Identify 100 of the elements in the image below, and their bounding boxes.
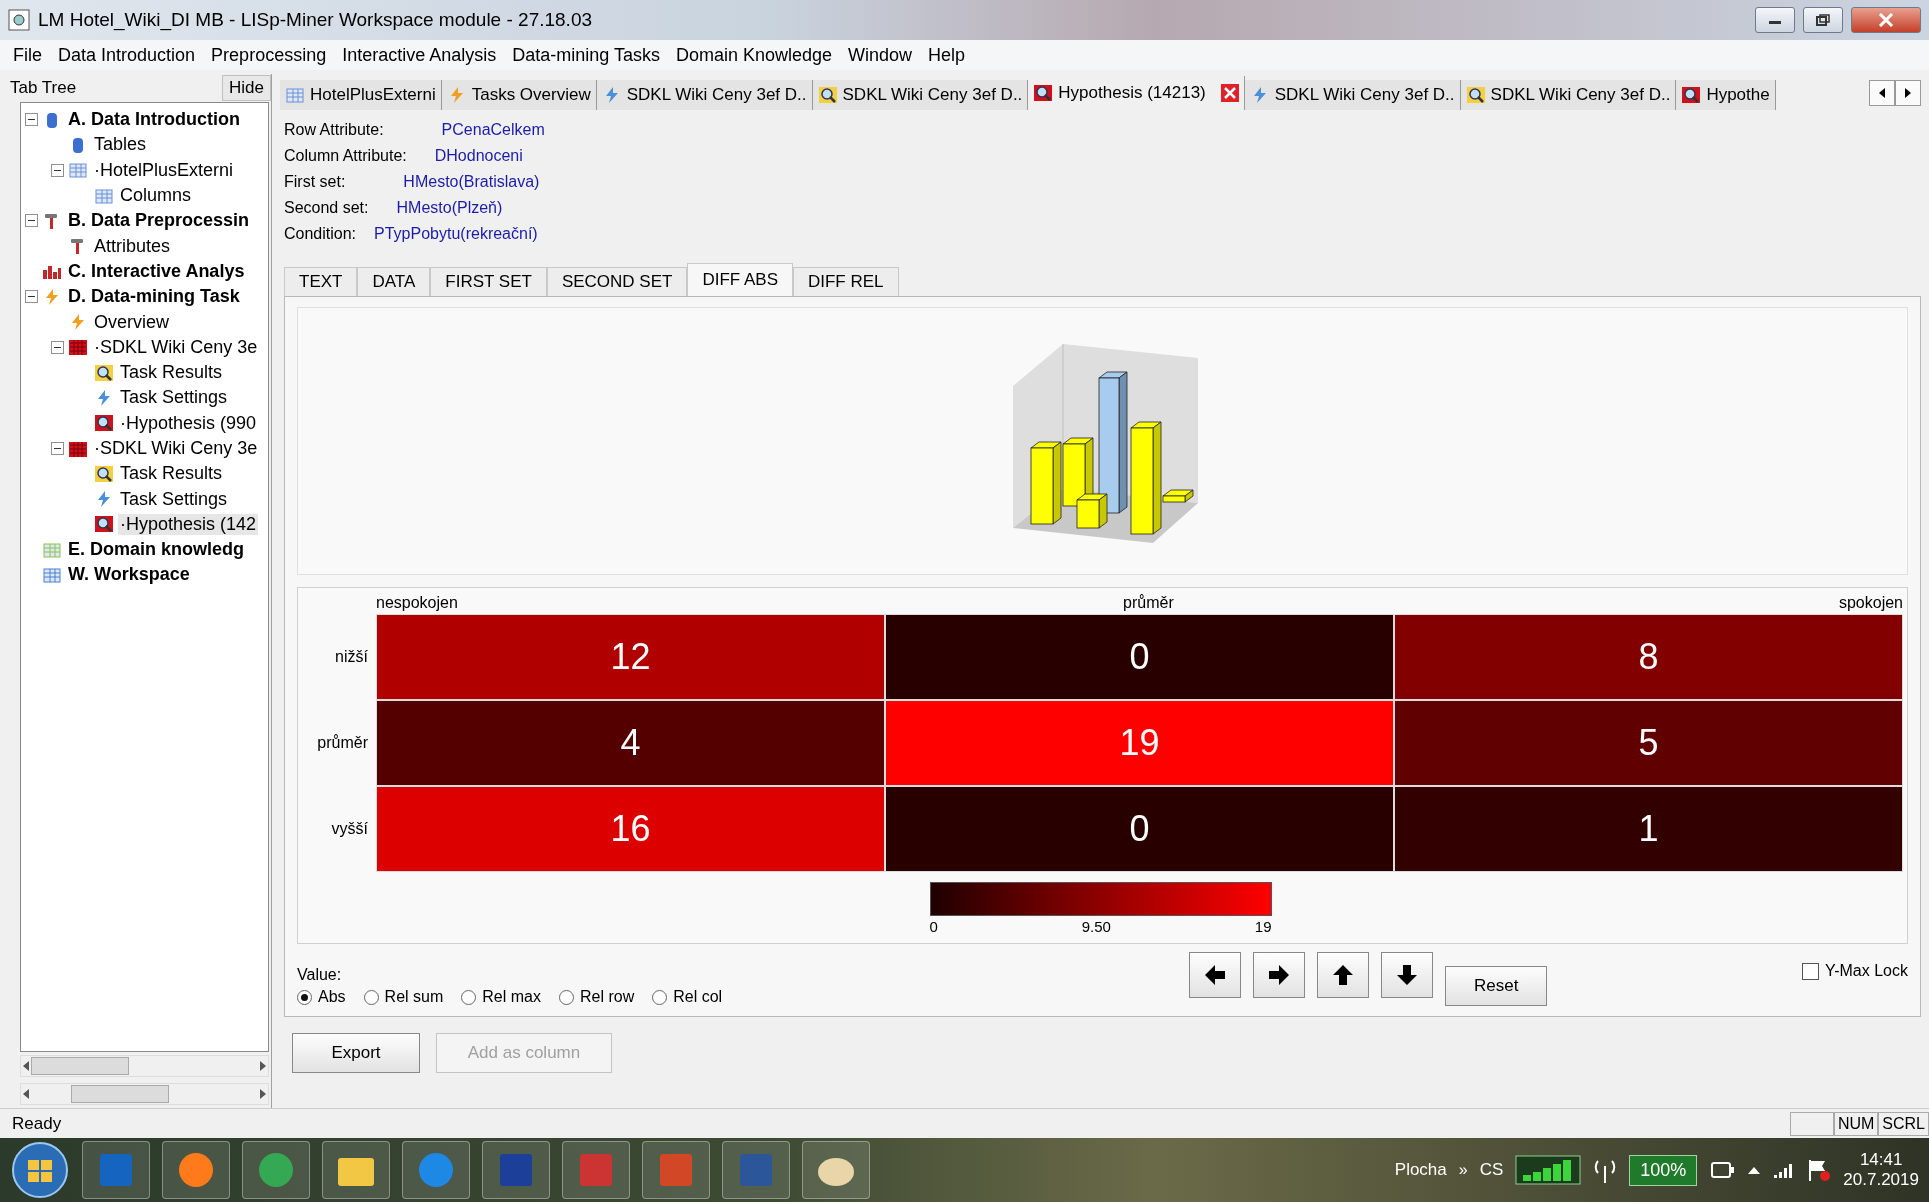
view-tab[interactable]: DATA <box>357 267 431 296</box>
tree-item[interactable]: ·SDKL Wiki Ceny 3e <box>92 438 260 459</box>
taskbar-button[interactable] <box>162 1141 230 1199</box>
tree-item[interactable]: ·SDKL Wiki Ceny 3e <box>92 336 260 358</box>
tree-item[interactable]: Task Settings <box>118 387 230 409</box>
scroll-left-button[interactable] <box>1869 80 1895 106</box>
tree-item[interactable]: Columns <box>118 185 194 207</box>
tree-item[interactable]: ·Hypothesis (990 <box>118 412 259 434</box>
document-tab[interactable]: HotelPlusExterni <box>280 80 442 110</box>
column-header: průměr <box>1123 594 1174 613</box>
collapse-toggle[interactable] <box>51 163 64 177</box>
collapse-toggle[interactable] <box>51 340 64 354</box>
left-button[interactable] <box>1189 952 1241 998</box>
clock-date[interactable]: 20.7.2019 <box>1843 1170 1919 1190</box>
taskbar-button[interactable] <box>322 1141 390 1199</box>
up-button[interactable] <box>1317 952 1369 998</box>
checkbox[interactable] <box>1802 962 1819 980</box>
down-button[interactable] <box>1381 952 1433 998</box>
field-label: First set: <box>284 173 346 191</box>
battery-indicator[interactable]: 100% <box>1629 1154 1698 1186</box>
view-tab[interactable]: DIFF REL <box>793 267 899 296</box>
minimize-button[interactable] <box>1755 7 1795 33</box>
group-label: Value: <box>297 966 343 984</box>
up-arrow-icon <box>1331 963 1355 987</box>
close-button[interactable] <box>1851 7 1921 33</box>
document-tab[interactable]: SDKL Wiki Ceny 3ef D.. <box>1460 80 1677 110</box>
radio-button[interactable] <box>461 989 477 1005</box>
menu-item[interactable]: Interactive Analysis <box>335 42 504 68</box>
tree-item[interactable]: ·Hypothesis (142 <box>118 513 259 535</box>
menu-item[interactable]: Window <box>841 42 920 68</box>
clock-time[interactable]: 14:41 <box>1859 1150 1903 1170</box>
field-label: Column Attribute: <box>284 147 407 165</box>
menu-item[interactable]: Data-mining Tasks <box>505 42 667 68</box>
radio-label[interactable]: Rel col <box>673 988 723 1006</box>
field-label: Second set: <box>284 199 369 217</box>
tree-item[interactable]: ·HotelPlusExterni <box>92 159 236 181</box>
radio-button[interactable] <box>297 989 312 1005</box>
radio-label[interactable]: Rel sum <box>384 988 444 1006</box>
radio-button[interactable] <box>558 989 574 1005</box>
tree-item[interactable]: B. Data Preprocessin <box>66 210 252 232</box>
reset-button[interactable]: Reset <box>1445 966 1548 1006</box>
document-tab[interactable]: SDKL Wiki Ceny 3ef D.. <box>812 80 1029 110</box>
collapse-toggle[interactable] <box>25 290 38 304</box>
document-tab[interactable]: SDKL Wiki Ceny 3ef D.. <box>1244 80 1461 110</box>
checkbox-label[interactable]: Y-Max Lock <box>1825 962 1908 980</box>
close-icon[interactable] <box>1220 84 1239 102</box>
scroll-right-button[interactable] <box>1895 80 1921 106</box>
radio-button[interactable] <box>652 989 668 1005</box>
chevron[interactable]: » <box>1458 1161 1468 1179</box>
grid-icon <box>68 439 88 458</box>
row-header: průměr <box>316 733 369 753</box>
up-arrow-icon[interactable] <box>1747 1165 1762 1175</box>
heatmap-cell: 0 <box>885 786 1394 872</box>
tree-item[interactable]: Tables <box>92 134 149 156</box>
menu-item[interactable]: Data Introduction <box>51 42 203 68</box>
tree-item[interactable]: W. Workspace <box>66 564 192 586</box>
view-tab[interactable]: SECOND SET <box>546 267 688 296</box>
tree-item[interactable]: A. Data Introduction <box>66 109 242 131</box>
scrollbar[interactable] <box>20 1055 269 1077</box>
flag-icon <box>1807 1158 1832 1182</box>
menu-item[interactable]: Preprocessing <box>204 42 334 68</box>
radio-label[interactable]: Abs <box>318 988 346 1006</box>
start-button[interactable] <box>10 1140 70 1200</box>
document-tab[interactable]: SDKL Wiki Ceny 3ef D.. <box>596 80 813 110</box>
action-button[interactable]: Export <box>292 1033 420 1073</box>
tree-item[interactable]: Task Results <box>118 463 225 485</box>
document-tab[interactable]: Hypothe <box>1676 80 1776 110</box>
tree-item[interactable]: Task Results <box>118 362 225 384</box>
view-tab[interactable]: DIFF ABS <box>687 263 793 296</box>
menu-item[interactable]: Help <box>921 42 973 68</box>
view-tab[interactable]: TEXT <box>284 267 358 296</box>
tree-item[interactable]: Task Settings <box>118 488 230 510</box>
collapse-toggle[interactable] <box>51 442 64 455</box>
tree-item[interactable]: C. Interactive Analys <box>66 260 247 282</box>
tree-item[interactable]: E. Domain knowledg <box>66 539 247 561</box>
right-button[interactable] <box>1253 952 1305 998</box>
radio-button[interactable] <box>363 989 379 1005</box>
collapse-toggle[interactable] <box>25 214 38 228</box>
app-icon <box>8 9 30 31</box>
taskbar-button[interactable] <box>802 1141 870 1199</box>
hide-button[interactable]: Hide <box>222 75 271 101</box>
collapse-toggle[interactable] <box>25 113 38 127</box>
language-indicator[interactable]: CS <box>1479 1160 1504 1180</box>
taskbar-button[interactable] <box>82 1141 150 1199</box>
tree-item[interactable]: Attributes <box>92 235 173 257</box>
radio-label[interactable]: Rel max <box>482 988 541 1006</box>
taskbar-button[interactable] <box>482 1141 550 1199</box>
restore-button[interactable] <box>1803 7 1843 33</box>
scale-label: 0 <box>929 918 938 935</box>
taskbar-button[interactable] <box>242 1141 310 1199</box>
scrollbar[interactable] <box>20 1083 269 1105</box>
view-tab[interactable]: FIRST SET <box>430 267 547 296</box>
menu-item[interactable]: File <box>6 42 49 68</box>
tree-item[interactable]: D. Data-mining Task <box>66 286 242 308</box>
radio-label[interactable]: Rel row <box>579 988 635 1006</box>
tree-item[interactable]: Overview <box>92 311 171 333</box>
menu-item[interactable]: Domain Knowledge <box>669 42 840 68</box>
field-label: Row Attribute: <box>284 121 384 139</box>
toolbar-label[interactable]: Plocha <box>1394 1160 1447 1180</box>
document-tab[interactable]: Tasks Overview <box>441 80 597 110</box>
